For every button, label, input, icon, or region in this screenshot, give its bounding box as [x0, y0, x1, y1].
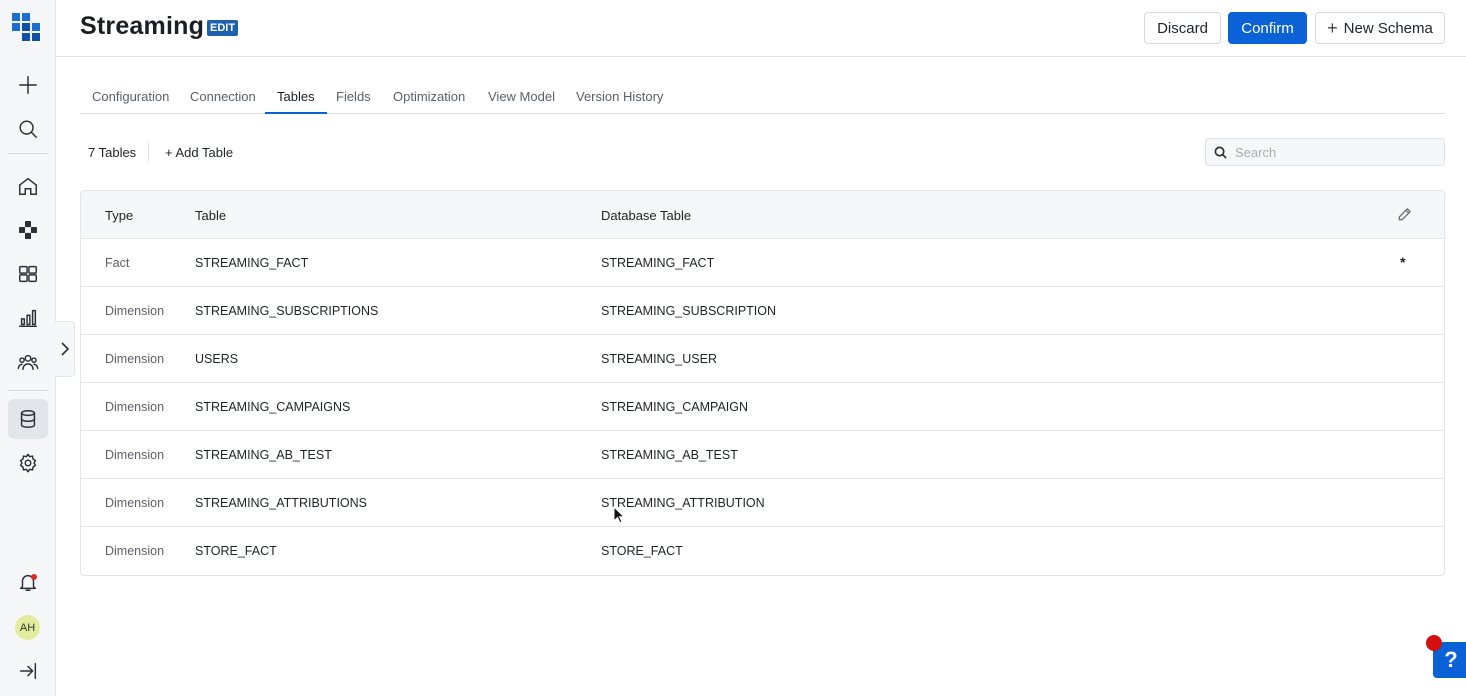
row-type: Dimension	[105, 352, 165, 366]
chevron-right-icon	[60, 342, 69, 356]
rail-divider	[8, 153, 48, 154]
table-row[interactable]: Dimension STORE_FACT STORE_FACT	[81, 527, 1444, 575]
dashboard-icon[interactable]	[8, 254, 48, 294]
notification-dot	[31, 574, 37, 580]
search-input[interactable]	[1235, 144, 1435, 160]
users-icon[interactable]	[8, 342, 48, 382]
row-type: Dimension	[105, 304, 165, 318]
plus-icon: +	[1327, 18, 1338, 38]
edit-badge: EDIT	[207, 20, 239, 36]
settings-icon[interactable]	[8, 443, 48, 483]
new-schema-button[interactable]: + New Schema	[1315, 12, 1445, 44]
home-icon[interactable]	[8, 166, 48, 206]
table-header: Type Table Database Table	[81, 191, 1444, 239]
row-type: Dimension	[105, 448, 165, 462]
plus-icon[interactable]	[8, 65, 48, 105]
expand-rail-icon[interactable]	[8, 651, 48, 691]
toolbar-divider	[148, 143, 149, 161]
column-header-table[interactable]: Table	[195, 208, 226, 223]
rail-divider	[8, 390, 48, 391]
row-database-table: STORE_FACT	[601, 544, 683, 558]
row-database-table: STREAMING_USER	[601, 352, 717, 366]
column-header-database-table[interactable]: Database Table	[601, 208, 691, 223]
table-count: 7 Tables	[88, 145, 137, 160]
page-header: Streaming EDIT Discard Confirm + New Sch…	[56, 0, 1466, 57]
page-title: Streaming	[80, 12, 205, 40]
confirm-button[interactable]: Confirm	[1228, 12, 1307, 44]
tab-bar: Configuration Connection Tables Fields O…	[80, 84, 1445, 114]
row-type: Fact	[105, 256, 130, 270]
column-header-type[interactable]: Type	[105, 208, 133, 223]
row-table-name: STREAMING_ATTRIBUTIONS	[195, 496, 368, 510]
logo-icon[interactable]	[12, 13, 42, 43]
row-type: Dimension	[105, 544, 165, 558]
tab-tables[interactable]: Tables	[265, 84, 327, 114]
pencil-icon[interactable]	[1397, 207, 1412, 222]
avatar[interactable]: AH	[15, 615, 40, 640]
tab-view-model[interactable]: View Model	[476, 84, 567, 114]
row-table-name: STREAMING_FACT	[195, 256, 309, 270]
row-database-table: STREAMING_CAMPAIGN	[601, 400, 749, 414]
row-database-table: STREAMING_FACT	[601, 256, 715, 270]
row-type: Dimension	[105, 400, 165, 414]
row-type: Dimension	[105, 496, 165, 510]
row-table-name: STREAMING_AB_TEST	[195, 448, 332, 462]
row-database-table: STREAMING_SUBSCRIPTION	[601, 304, 777, 318]
search-icon[interactable]	[8, 109, 48, 149]
help-notification-dot	[1426, 635, 1442, 651]
row-table-name: STORE_FACT	[195, 544, 277, 558]
tab-configuration[interactable]: Configuration	[80, 84, 181, 114]
tables-table: Type Table Database Table Fact STREAMING…	[80, 190, 1445, 576]
tab-version-history[interactable]: Version History	[564, 84, 675, 114]
nodes-icon[interactable]	[8, 210, 48, 250]
primary-fact-marker: *	[1400, 254, 1406, 270]
tab-connection[interactable]: Connection	[178, 84, 268, 114]
tab-optimization[interactable]: Optimization	[381, 84, 477, 114]
search-icon	[1214, 146, 1227, 159]
discard-button[interactable]: Discard	[1144, 12, 1221, 44]
table-row[interactable]: Dimension STREAMING_AB_TEST STREAMING_AB…	[81, 431, 1444, 479]
left-rail: AH	[0, 0, 56, 696]
row-table-name: STREAMING_CAMPAIGNS	[195, 400, 351, 414]
database-icon[interactable]	[8, 399, 48, 439]
collapse-panel-handle[interactable]	[55, 321, 75, 377]
table-row[interactable]: Dimension STREAMING_ATTRIBUTIONS STREAMI…	[81, 479, 1444, 527]
row-table-name: USERS	[195, 352, 239, 366]
table-row[interactable]: Dimension STREAMING_CAMPAIGNS STREAMING_…	[81, 383, 1444, 431]
row-table-name: STREAMING_SUBSCRIPTIONS	[195, 304, 379, 318]
row-database-table: STREAMING_ATTRIBUTION	[601, 496, 765, 510]
new-schema-label: New Schema	[1343, 19, 1433, 37]
row-database-table: STREAMING_AB_TEST	[601, 448, 738, 462]
add-table-button[interactable]: + Add Table	[165, 145, 233, 160]
table-row[interactable]: Dimension STREAMING_SUBSCRIPTIONS STREAM…	[81, 287, 1444, 335]
table-row[interactable]: Fact STREAMING_FACT STREAMING_FACT *	[81, 239, 1444, 287]
tab-fields[interactable]: Fields	[324, 84, 383, 114]
table-row[interactable]: Dimension USERS STREAMING_USER	[81, 335, 1444, 383]
mouse-cursor-icon	[613, 506, 625, 524]
bell-icon[interactable]	[8, 562, 48, 602]
search-box	[1205, 138, 1445, 166]
bar-chart-icon[interactable]	[8, 298, 48, 338]
